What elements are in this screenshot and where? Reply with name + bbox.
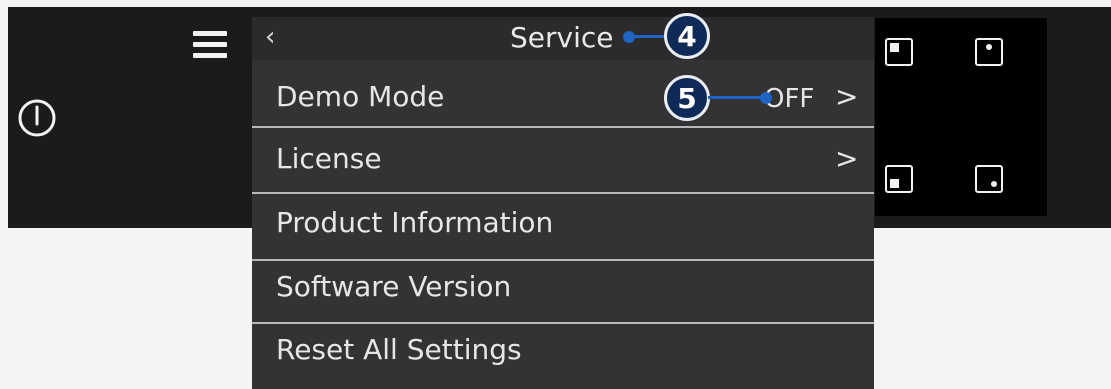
- menu-item-label: Demo Mode: [276, 80, 445, 113]
- menu-item-software-version[interactable]: Software Version: [252, 257, 874, 320]
- quadrant-top-left-icon[interactable]: [885, 38, 913, 66]
- quadrant-bottom-right-icon[interactable]: [975, 165, 1003, 193]
- quadrant-top-right-icon[interactable]: [975, 38, 1003, 66]
- menu-item-label: License: [276, 142, 382, 175]
- page-title: Service: [510, 21, 614, 54]
- menu-item-license[interactable]: License >: [252, 129, 874, 192]
- menu-item-demo-mode[interactable]: Demo Mode OFF >: [252, 67, 874, 130]
- callout-line: [629, 35, 669, 38]
- menu-item-label: Reset All Settings: [276, 333, 522, 366]
- hamburger-icon[interactable]: [193, 31, 227, 58]
- chevron-right-icon: >: [835, 142, 859, 175]
- callout-dot: [760, 92, 772, 104]
- callout-5: 5: [664, 75, 710, 121]
- layout-panel: [875, 18, 1047, 216]
- chevron-right-icon: >: [835, 80, 859, 113]
- callout-line: [708, 96, 766, 99]
- callout-4: 4: [664, 13, 710, 59]
- quadrant-bottom-left-icon[interactable]: [885, 165, 913, 193]
- power-icon[interactable]: [17, 98, 57, 138]
- divider: [252, 126, 874, 128]
- menu-item-reset-all-settings[interactable]: Reset All Settings: [252, 320, 874, 383]
- service-menu: ‹ Service Demo Mode OFF > License > Prod…: [252, 17, 874, 389]
- menu-item-product-information[interactable]: Product Information: [252, 193, 874, 256]
- chevron-left-icon[interactable]: ‹: [265, 23, 275, 51]
- menu-item-label: Product Information: [276, 206, 554, 239]
- menu-item-label: Software Version: [276, 270, 512, 303]
- menu-header: ‹ Service: [252, 17, 874, 60]
